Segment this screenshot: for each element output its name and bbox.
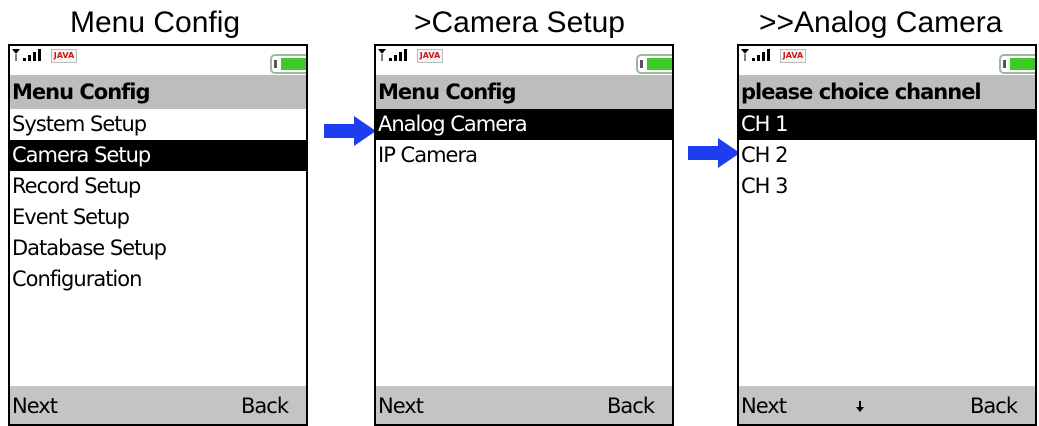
java-icon: JAVA xyxy=(780,49,806,63)
menu-item-event-setup[interactable]: Event Setup xyxy=(10,202,306,233)
battery-icon xyxy=(270,54,306,74)
battery-icon xyxy=(999,54,1035,74)
menu-item-system-setup[interactable]: System Setup xyxy=(10,109,306,140)
phone-screen-analog-camera: JAVA please choice channel CH 1 CH 2 CH … xyxy=(737,44,1037,426)
back-softkey[interactable]: Back xyxy=(607,387,655,424)
softkey-bar: Next Back xyxy=(376,386,672,424)
next-softkey[interactable]: Next xyxy=(378,387,424,424)
menu-item-ip-camera[interactable]: IP Camera xyxy=(376,140,672,171)
next-softkey[interactable]: Next xyxy=(741,387,787,424)
caption-analog-camera: >>Analog Camera xyxy=(759,6,1003,39)
signal-strength-icon xyxy=(12,49,41,61)
next-softkey[interactable]: Next xyxy=(12,387,58,424)
channel-item-ch2[interactable]: CH 2 xyxy=(739,140,1035,171)
menu-list: Analog Camera IP Camera xyxy=(376,109,672,171)
menu-item-analog-camera[interactable]: Analog Camera xyxy=(376,109,672,140)
pointer-arrow-icon xyxy=(324,116,376,146)
softkey-bar: Next Back xyxy=(739,386,1035,424)
channel-list: CH 1 CH 2 CH 3 xyxy=(739,109,1035,202)
caption-menu-config: Menu Config xyxy=(70,6,241,39)
signal-strength-icon xyxy=(378,49,407,61)
status-bar: JAVA xyxy=(739,46,1035,75)
caption-camera-setup: >Camera Setup xyxy=(414,6,625,39)
phone-screen-camera-setup: JAVA Menu Config Analog Camera IP Camera… xyxy=(374,44,674,426)
java-icon: JAVA xyxy=(417,49,443,63)
menu-item-configuration[interactable]: Configuration xyxy=(10,264,306,295)
menu-item-record-setup[interactable]: Record Setup xyxy=(10,171,306,202)
phone-screen-menu-config: JAVA Menu Config System Setup Camera Set… xyxy=(8,44,308,426)
softkey-bar: Next Back xyxy=(10,386,306,424)
down-arrow-icon xyxy=(856,401,864,412)
signal-strength-icon xyxy=(741,49,770,61)
status-bar: JAVA xyxy=(10,46,306,75)
pointer-arrow-icon xyxy=(688,138,740,168)
battery-icon xyxy=(636,54,672,74)
screen-title: please choice channel xyxy=(739,75,1035,109)
menu-item-database-setup[interactable]: Database Setup xyxy=(10,233,306,264)
java-icon: JAVA xyxy=(51,49,77,63)
screen-title: Menu Config xyxy=(376,75,672,109)
back-softkey[interactable]: Back xyxy=(970,387,1018,424)
status-bar: JAVA xyxy=(376,46,672,75)
channel-item-ch3[interactable]: CH 3 xyxy=(739,171,1035,202)
back-softkey[interactable]: Back xyxy=(241,387,289,424)
channel-item-ch1[interactable]: CH 1 xyxy=(739,109,1035,140)
screen-title: Menu Config xyxy=(10,75,306,109)
menu-item-camera-setup[interactable]: Camera Setup xyxy=(10,140,306,171)
menu-list: System Setup Camera Setup Record Setup E… xyxy=(10,109,306,295)
